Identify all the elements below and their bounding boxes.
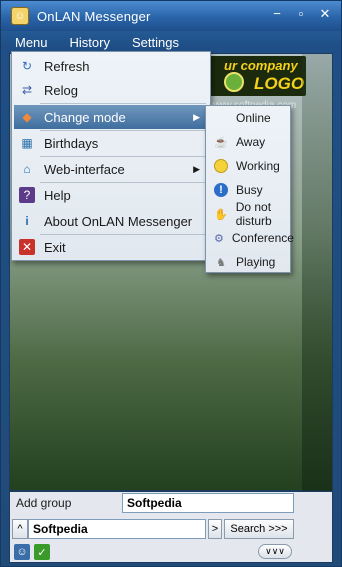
exit-icon: ✕ bbox=[19, 239, 35, 255]
menu-item-web-interface[interactable]: ⌂ Web-interface ▶ bbox=[14, 157, 208, 181]
search-input[interactable]: Softpedia bbox=[28, 519, 206, 539]
menu-separator bbox=[40, 103, 206, 104]
status-bar: ☺ ✓ ∨∨∨ bbox=[10, 542, 334, 562]
mode-conference[interactable]: ⚙ Conference bbox=[208, 226, 294, 250]
menu-item-label: Web-interface bbox=[44, 161, 125, 177]
menu-item-label: Birthdays bbox=[44, 135, 99, 151]
logo-circle bbox=[224, 72, 244, 92]
messenger-window: ☺ OnLAN Messenger − ▫ ✕ Menu History Set… bbox=[0, 0, 342, 567]
mode-label: Busy bbox=[236, 183, 263, 197]
busy-icon: ! bbox=[214, 183, 228, 197]
add-group-label: Add group bbox=[16, 496, 72, 510]
search-row: ^ Softpedia > Search >>> bbox=[10, 518, 334, 540]
change-mode-icon: ◆ bbox=[22, 110, 32, 124]
menu-item-label: Help bbox=[44, 187, 71, 203]
mode-working[interactable]: Working bbox=[208, 154, 290, 178]
mode-label: Away bbox=[236, 135, 266, 149]
relog-icon: ⇄ bbox=[21, 83, 33, 97]
menu-history[interactable]: History bbox=[62, 35, 118, 50]
menu-item-label: Change mode bbox=[44, 109, 126, 125]
mode-label: Working bbox=[236, 159, 280, 173]
menu-item-birthdays[interactable]: ▦ Birthdays bbox=[14, 131, 208, 155]
title-bar: ☺ OnLAN Messenger − ▫ ✕ bbox=[1, 1, 341, 31]
dnd-icon: ✋ bbox=[214, 208, 228, 221]
app-icon: ☺ bbox=[11, 7, 29, 25]
lightbulb-icon bbox=[214, 159, 228, 173]
user-icon[interactable]: ☺ bbox=[14, 544, 30, 560]
mode-label: Do not disturb bbox=[235, 200, 272, 228]
calendar-icon: ▦ bbox=[21, 136, 33, 150]
expand-button[interactable]: ^ bbox=[12, 519, 28, 539]
change-mode-submenu: Online ☕ Away Working ! Busy ✋ Do not di… bbox=[205, 105, 294, 274]
window-title: OnLAN Messenger bbox=[37, 8, 151, 24]
mode-busy[interactable]: ! Busy bbox=[208, 178, 290, 202]
side-decoration bbox=[302, 54, 332, 492]
joystick-icon: ♞ bbox=[216, 256, 226, 269]
menu-item-label: Refresh bbox=[44, 58, 90, 74]
main-menu-dropdown: ↻ Refresh ⇄ Relog ◆ Change mode ▶ ▦ Birt… bbox=[11, 51, 211, 261]
menu-item-relog[interactable]: ⇄ Relog bbox=[14, 78, 208, 102]
menu-item-help[interactable]: ? Help bbox=[14, 183, 208, 207]
logo-line2: LOGO bbox=[254, 74, 305, 93]
collapse-button[interactable]: ∨∨∨ bbox=[258, 544, 292, 559]
search-button[interactable]: Search >>> bbox=[224, 519, 294, 539]
info-icon: i bbox=[25, 214, 29, 228]
coffee-icon: ☕ bbox=[214, 136, 228, 149]
menu-item-refresh[interactable]: ↻ Refresh bbox=[14, 54, 208, 78]
mode-away[interactable]: ☕ Away bbox=[208, 130, 290, 154]
minimize-button[interactable]: − bbox=[269, 7, 285, 23]
mode-label: Playing bbox=[236, 255, 276, 269]
close-button[interactable]: ✕ bbox=[317, 7, 333, 23]
mode-label: Conference bbox=[231, 231, 294, 245]
online-icon bbox=[214, 111, 228, 125]
mode-do-not-disturb[interactable]: ✋ Do not disturb bbox=[208, 200, 290, 228]
add-group-input[interactable]: Softpedia bbox=[122, 493, 294, 513]
mode-playing[interactable]: ♞ Playing bbox=[208, 250, 290, 274]
conference-icon: ⚙ bbox=[214, 232, 224, 245]
menu-item-label: About OnLAN Messenger bbox=[44, 213, 193, 229]
menu-item-label: Relog bbox=[44, 82, 78, 98]
window-controls: − ▫ ✕ bbox=[269, 7, 333, 23]
mode-label: Online bbox=[236, 111, 271, 125]
submenu-arrow-icon: ▶ bbox=[193, 111, 200, 122]
mode-online[interactable]: Online bbox=[208, 106, 290, 130]
menu-bar: Menu History Settings bbox=[1, 31, 341, 53]
bottom-panel: Add group Softpedia ^ Softpedia > Search… bbox=[9, 491, 333, 563]
check-icon[interactable]: ✓ bbox=[34, 544, 50, 560]
menu-settings[interactable]: Settings bbox=[124, 35, 187, 50]
menu-item-label: Exit bbox=[44, 239, 66, 255]
company-logo: ur company LOGO bbox=[210, 56, 306, 96]
submenu-arrow-icon: ▶ bbox=[193, 163, 200, 174]
maximize-button[interactable]: ▫ bbox=[293, 7, 309, 23]
logo-line1: ur company bbox=[224, 58, 298, 73]
add-group-row: Add group Softpedia bbox=[10, 492, 334, 514]
search-go-button[interactable]: > bbox=[208, 519, 222, 539]
menu-item-change-mode[interactable]: ◆ Change mode ▶ bbox=[14, 105, 208, 129]
web-icon: ⌂ bbox=[23, 162, 31, 176]
help-icon: ? bbox=[19, 187, 35, 203]
menu-item-exit[interactable]: ✕ Exit bbox=[14, 235, 208, 259]
refresh-icon: ↻ bbox=[21, 59, 33, 73]
menu-item-about[interactable]: i About OnLAN Messenger bbox=[14, 209, 208, 233]
menu-menu[interactable]: Menu bbox=[7, 35, 56, 50]
